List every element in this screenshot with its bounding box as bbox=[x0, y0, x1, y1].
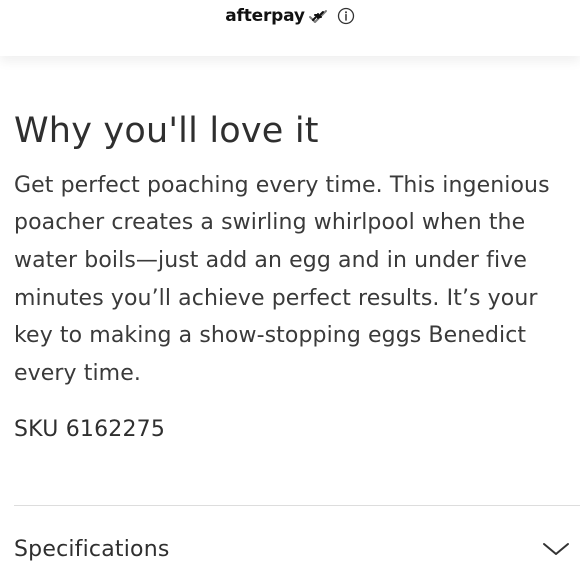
info-circle-icon[interactable] bbox=[337, 7, 355, 25]
section-divider bbox=[14, 505, 580, 506]
afterpay-arrows-icon bbox=[307, 7, 329, 25]
section-title: Why you'll love it bbox=[14, 111, 319, 151]
chevron-down-icon[interactable] bbox=[542, 540, 570, 558]
top-bar: afterpay bbox=[0, 0, 580, 56]
product-description: Get perfect poaching every time. This in… bbox=[14, 172, 550, 387]
specifications-label: Specifications bbox=[14, 536, 170, 562]
afterpay-banner[interactable]: afterpay bbox=[0, 3, 580, 29]
afterpay-brand[interactable]: afterpay bbox=[225, 7, 329, 25]
specifications-accordion[interactable]: Specifications bbox=[14, 527, 574, 571]
sku-text: SKU 6162275 bbox=[14, 416, 166, 442]
afterpay-wordmark: afterpay bbox=[225, 5, 305, 26]
product-details-section: Why you'll love it Get perfect poaching … bbox=[14, 112, 566, 442]
